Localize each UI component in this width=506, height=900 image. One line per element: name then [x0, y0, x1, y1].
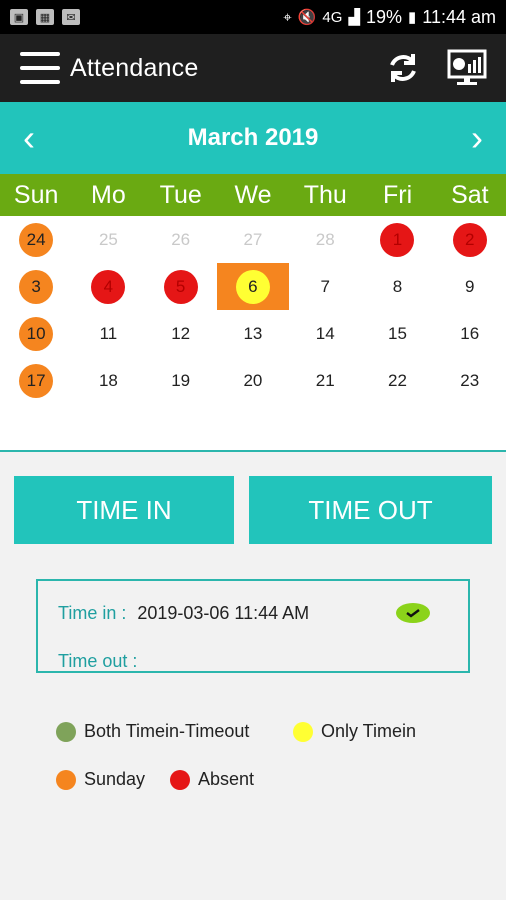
weekday-label: Sat — [451, 180, 489, 209]
month-title: March 2019 — [187, 124, 319, 151]
time-in-label: Time in : — [58, 603, 127, 623]
legend: Both Timein-Timeout Only Timein Sunday A… — [0, 715, 506, 815]
month-header: ‹ March 2019 › — [0, 102, 506, 174]
battery-percent: 19% — [365, 6, 403, 27]
signal-icon: ▟ — [348, 9, 360, 26]
calendar-day[interactable]: 15 — [361, 310, 433, 357]
weekday-header: Sun Mo Tue We Thu Fri Sat — [0, 174, 506, 216]
calendar-day[interactable]: 13 — [217, 310, 289, 357]
network-label: 4G — [322, 8, 343, 26]
legend-both-label: Both Timein-Timeout — [84, 721, 250, 741]
calendar-day[interactable]: 7 — [289, 263, 361, 310]
calendar-day[interactable]: 1 — [361, 216, 433, 263]
legend-only-timein: Only Timein — [293, 721, 416, 742]
time-out-button[interactable]: TIME OUT — [249, 476, 492, 544]
clock: 11:44 am — [422, 6, 496, 27]
refresh-icon — [390, 54, 416, 82]
menu-icon[interactable] — [20, 52, 60, 84]
legend-only-timein-label: Only Timein — [321, 721, 417, 741]
absent-marker: 4 — [91, 269, 126, 304]
next-month-button[interactable]: › — [462, 120, 492, 156]
sunday-marker: 24 — [19, 222, 54, 257]
time-in-button[interactable]: TIME IN — [14, 476, 234, 544]
calendar-day[interactable]: 27 — [217, 216, 289, 263]
calendar-day[interactable]: 18 — [72, 357, 144, 404]
calendar-day[interactable]: 5 — [145, 263, 217, 310]
calendar-day[interactable]: 21 — [289, 357, 361, 404]
red-dot-icon — [170, 769, 190, 790]
calendar-day[interactable]: 9 — [434, 263, 506, 310]
absent-marker: 2 — [452, 222, 487, 257]
calendar-day[interactable]: 25 — [72, 216, 144, 263]
sunday-marker: 10 — [19, 316, 54, 351]
mail-icon: ✉ — [62, 9, 80, 25]
sunday-marker: 17 — [19, 363, 54, 398]
calendar-day[interactable]: 16 — [434, 310, 506, 357]
weekday-label: We — [234, 180, 272, 209]
page-title: Attendance — [70, 53, 199, 82]
weekday-label: Sun — [13, 180, 59, 209]
mute-icon: 🔇 — [297, 9, 317, 26]
orange-dot-icon — [56, 769, 76, 790]
calendar-day[interactable]: 12 — [145, 310, 217, 357]
calendar-day[interactable]: 2 — [434, 216, 506, 263]
weekday-label: Mo — [91, 180, 126, 209]
calendar-day[interactable]: 4 — [72, 263, 144, 310]
legend-absent-label: Absent — [198, 769, 255, 789]
calendar-day[interactable]: 10 — [0, 310, 72, 357]
time-in-row: Time in : 2019-03-06 11:44 AM — [58, 603, 309, 624]
absent-marker: 5 — [163, 269, 198, 304]
calendar-day[interactable]: 17 — [0, 357, 72, 404]
weekday-label: Tue — [159, 180, 202, 209]
timein-marker: 6 — [235, 269, 270, 304]
sunday-marker: 3 — [19, 269, 54, 304]
yellow-dot-icon — [293, 721, 313, 742]
legend-absent: Absent — [170, 769, 254, 790]
dashboard-button[interactable] — [444, 45, 490, 91]
status-bar: ▣ ▦ ✉ ⌖ 🔇 4G ▟ 19% ▮ 11:44 am — [0, 0, 506, 34]
calendar-day[interactable]: 24 — [0, 216, 72, 263]
absent-marker: 1 — [380, 222, 415, 257]
calendar-day[interactable]: 8 — [361, 263, 433, 310]
calendar-day[interactable]: 20 — [217, 357, 289, 404]
calendar-day[interactable]: 14 — [289, 310, 361, 357]
calendar-day[interactable]: 3 — [0, 263, 72, 310]
location-icon: ⌖ — [283, 8, 292, 26]
attendance-info-box: Time in : 2019-03-06 11:44 AM Time out : — [36, 579, 470, 673]
calendar-day[interactable]: 6 — [216, 263, 289, 310]
prev-month-button[interactable]: ‹ — [14, 120, 44, 156]
monitor-chart-icon — [447, 49, 487, 85]
green-dot-icon — [56, 721, 76, 742]
legend-sunday-label: Sunday — [84, 769, 146, 789]
calendar-day[interactable]: 28 — [289, 216, 361, 263]
legend-sunday: Sunday — [56, 769, 145, 790]
app-bar: Attendance — [0, 34, 506, 102]
calendar-day[interactable]: 19 — [145, 357, 217, 404]
battery-icon: ▮ — [408, 9, 417, 26]
calendar-grid: 24 25 26 27 28 1 2 3 4 5 6 7 8 9 10 11 12 13 14 15 16 17 18 19 2… — [0, 216, 506, 452]
notification-icons: ▣ ▦ ✉ — [10, 9, 80, 25]
sim-icon: ▣ — [10, 9, 28, 25]
legend-both: Both Timein-Timeout — [56, 721, 249, 742]
refresh-button[interactable] — [380, 45, 426, 91]
time-out-label: Time out : — [58, 651, 138, 671]
gallery-icon: ▦ — [36, 9, 54, 25]
calendar-day[interactable]: 26 — [145, 216, 217, 263]
calendar-day[interactable]: 23 — [434, 357, 506, 404]
time-in-value: 2019-03-06 11:44 AM — [137, 603, 310, 623]
time-out-row: Time out : — [58, 651, 143, 672]
calendar-day[interactable]: 22 — [361, 357, 433, 404]
weekday-label: Thu — [303, 180, 347, 209]
system-icons: ⌖ 🔇 4G ▟ 19% ▮ 11:44 am — [283, 7, 496, 28]
calendar-day[interactable]: 11 — [72, 310, 144, 357]
weekday-label: Fri — [382, 180, 413, 209]
check-icon — [396, 603, 430, 623]
